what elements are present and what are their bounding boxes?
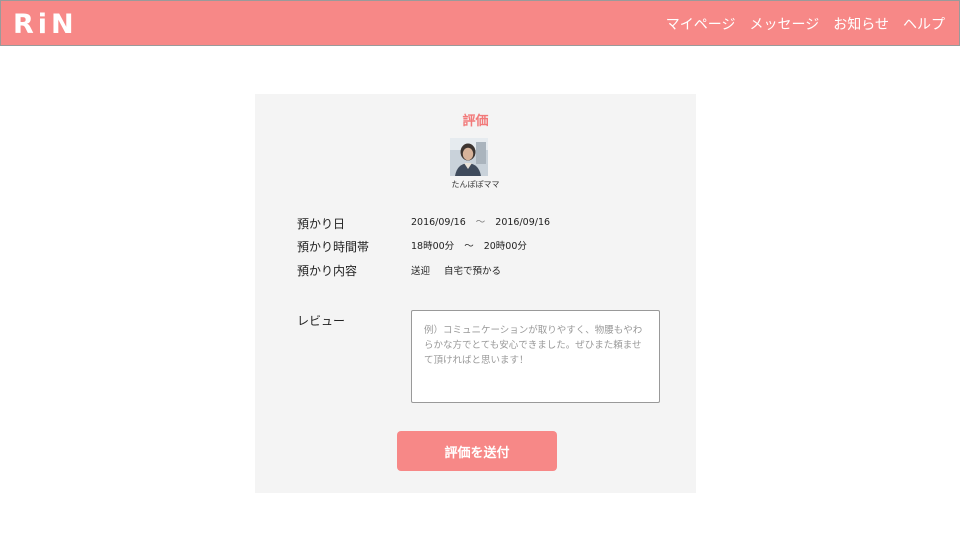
time-label: 預かり時間帯 <box>297 240 370 254</box>
rin-logo[interactable]: RiN <box>13 8 78 40</box>
date-value: 2016/09/16 〜 2016/09/16 <box>411 214 550 228</box>
content-item-home: 自宅で預かる <box>444 266 502 277</box>
time-to: 20時00分 <box>483 241 527 252</box>
date-label: 預かり日 <box>297 217 346 231</box>
nav-notifications[interactable]: お知らせ <box>833 14 889 34</box>
logo-text: RiN <box>13 8 78 40</box>
top-nav: マイページ メッセージ お知らせ ヘルプ <box>666 1 945 47</box>
content-label: 預かり内容 <box>297 264 358 278</box>
avatar <box>450 138 488 176</box>
page-title: 評価 <box>462 114 489 129</box>
nav-messages[interactable]: メッセージ <box>750 14 820 34</box>
submit-review-button[interactable]: 評価を送付 <box>397 431 557 471</box>
date-to: 2016/09/16 <box>495 217 551 228</box>
review-input[interactable] <box>411 310 660 403</box>
review-label: レビュー <box>297 314 346 328</box>
content-item-pickup: 送迎 <box>411 266 431 277</box>
nav-mypage[interactable]: マイページ <box>666 14 736 34</box>
nav-help[interactable]: ヘルプ <box>903 14 945 34</box>
date-separator: 〜 <box>475 217 486 228</box>
time-from: 18時00分 <box>411 241 455 252</box>
time-separator: 〜 <box>464 241 474 252</box>
date-from: 2016/09/16 <box>411 217 466 228</box>
review-card: 評価 たんぽぽママ 預かり日 2016/09/16 〜 2016/09/16 預かり… <box>255 94 696 493</box>
app-header: RiN マイページ メッセージ お知らせ ヘルプ <box>0 0 960 46</box>
time-value: 18時00分〜 20時00分 <box>411 238 527 252</box>
user-name: たんぽぽママ <box>451 180 500 189</box>
user-photo-icon <box>450 138 488 176</box>
content-value: 送迎 自宅で預かる <box>411 263 501 277</box>
